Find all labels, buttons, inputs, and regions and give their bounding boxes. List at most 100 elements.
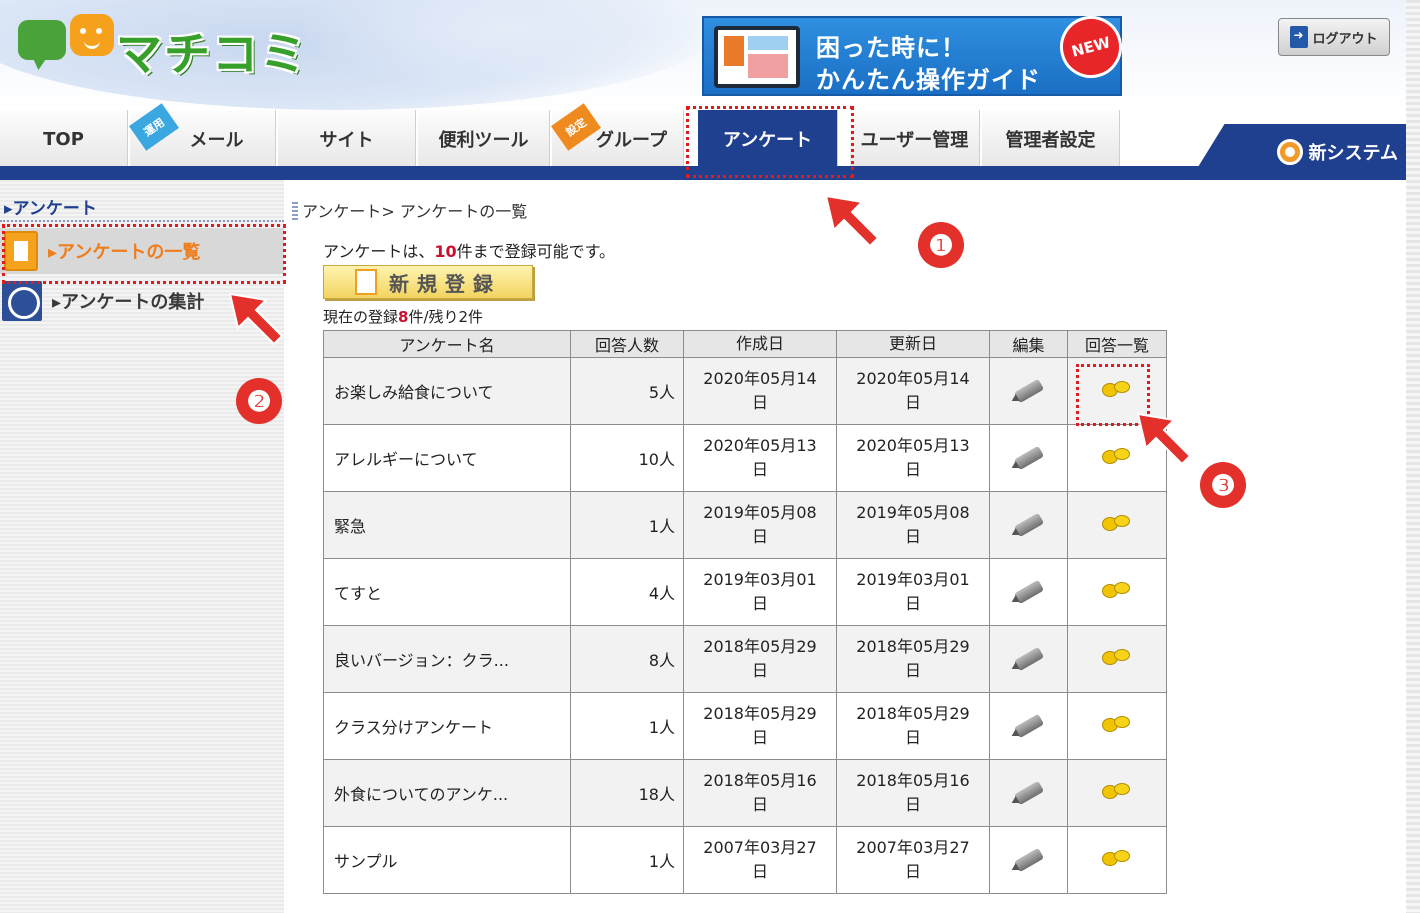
table-header-row: アンケート名 回答人数 作成日 更新日 編集 回答一覧 xyxy=(323,330,1167,358)
logout-button[interactable]: ログアウト xyxy=(1278,18,1390,56)
table-row: 良いバージョン：クラ... 8人 2018年05月29 日 2018年05月29 日 xyxy=(323,625,1167,693)
pencil-icon[interactable] xyxy=(1013,780,1044,805)
respondent-count: 10人 xyxy=(570,424,684,492)
answers-icon[interactable] xyxy=(1102,850,1132,866)
respondent-count: 1人 xyxy=(570,692,684,760)
survey-name: てすと xyxy=(323,558,571,626)
survey-table: アンケート名 回答人数 作成日 更新日 編集 回答一覧 お楽しみ給食について 5… xyxy=(323,330,1167,894)
new-survey-button[interactable]: 新規登録 xyxy=(323,265,533,299)
created-date: 2019年05月08 日 xyxy=(683,491,837,559)
survey-name: アレルギーについて xyxy=(323,424,571,492)
page: マチコミ 困った時に！ かんたん操作ガイド NEW ログアウト TOP 運用 メ… xyxy=(0,0,1420,913)
tab-tools-label: 便利ツール xyxy=(438,130,529,151)
logo-text: マチコミ xyxy=(116,27,308,81)
sidebar-divider xyxy=(0,220,284,222)
answers-cell xyxy=(1067,625,1167,693)
created-date: 2020年05月14 日 xyxy=(683,357,837,425)
answers-cell xyxy=(1067,759,1167,827)
tab-site-label: サイト xyxy=(319,130,374,151)
created-date: 2018年05月29 日 xyxy=(683,692,837,760)
updated-date: 2019年03月01 日 xyxy=(836,558,990,626)
answers-icon[interactable] xyxy=(1102,649,1132,665)
new-document-icon xyxy=(355,269,377,295)
header-answers: 回答一覧 xyxy=(1067,330,1167,358)
respondent-count: 5人 xyxy=(570,357,684,425)
updated-date: 2018年05月16 日 xyxy=(836,759,990,827)
edit-cell xyxy=(989,424,1068,492)
pencil-icon[interactable] xyxy=(1013,512,1044,537)
header: マチコミ 困った時に！ かんたん操作ガイド NEW ログアウト xyxy=(0,0,1406,110)
arrow-1-icon xyxy=(824,194,880,248)
survey-name: サンプル xyxy=(323,826,571,894)
updated-date: 2020年05月14 日 xyxy=(836,357,990,425)
respondent-count: 4人 xyxy=(570,558,684,626)
step-2-badge: ❷ xyxy=(236,378,282,424)
pencil-icon[interactable] xyxy=(1013,713,1044,738)
answers-icon[interactable] xyxy=(1102,515,1132,531)
operation-guide-banner[interactable]: 困った時に！ かんたん操作ガイド NEW xyxy=(702,9,1129,96)
chart-icon xyxy=(2,281,42,321)
answers-cell xyxy=(1067,692,1167,760)
registration-limit-text: アンケートは、10件まで登録可能です。 xyxy=(323,242,616,261)
pencil-icon[interactable] xyxy=(1013,847,1044,872)
monitor-icon xyxy=(714,26,800,88)
arrow-3-icon xyxy=(1136,412,1192,466)
answers-icon[interactable] xyxy=(1102,448,1132,464)
pencil-icon[interactable] xyxy=(1013,445,1044,470)
answers-icon[interactable] xyxy=(1102,582,1132,598)
tab-mail-ribbon: 運用 xyxy=(129,103,179,151)
new-badge: NEW xyxy=(1053,9,1129,85)
tab-admin-settings[interactable]: 管理者設定 xyxy=(982,110,1120,168)
tab-group[interactable]: 設定 グループ xyxy=(551,103,684,168)
respondent-count: 8人 xyxy=(570,625,684,693)
new-survey-label: 新規登録 xyxy=(389,271,501,296)
logout-icon xyxy=(1290,26,1309,48)
table-row: アレルギーについて 10人 2020年05月13 日 2020年05月13 日 xyxy=(323,424,1167,492)
tab-group-label: グループ xyxy=(596,130,667,151)
survey-name: 緊急 xyxy=(323,491,571,559)
tab-user-management[interactable]: ユーザー管理 xyxy=(850,110,980,168)
pencil-icon[interactable] xyxy=(1013,646,1044,671)
updated-date: 2007年03月27 日 xyxy=(836,826,990,894)
tab-top-label: TOP xyxy=(43,128,84,150)
tab-site[interactable]: サイト xyxy=(278,110,416,168)
machicomi-logo[interactable]: マチコミ xyxy=(18,12,318,82)
logo-bubble-icon xyxy=(18,20,66,60)
table-row: クラス分けアンケート 1人 2018年05月29 日 2018年05月29 日 xyxy=(323,692,1167,760)
updated-date: 2020年05月13 日 xyxy=(836,424,990,492)
tab-top[interactable]: TOP xyxy=(0,110,128,168)
answers-icon[interactable] xyxy=(1102,783,1132,799)
updated-date: 2018年05月29 日 xyxy=(836,625,990,693)
updated-date: 2018年05月29 日 xyxy=(836,692,990,760)
answers-cell xyxy=(1067,558,1167,626)
tab-tools[interactable]: 便利ツール xyxy=(418,110,550,168)
tab-mail[interactable]: 運用 メール xyxy=(129,103,276,168)
survey-name: 外食についてのアンケ... xyxy=(323,759,571,827)
answers-icon[interactable] xyxy=(1102,716,1132,732)
header-updated: 更新日 xyxy=(836,330,990,358)
answers-cell xyxy=(1067,491,1167,559)
tab-group-ribbon: 設定 xyxy=(551,103,601,151)
guide-line-1: 困った時に！ xyxy=(816,34,966,62)
pencil-icon[interactable] xyxy=(1013,579,1044,604)
step-3-badge: ❸ xyxy=(1200,462,1246,508)
new-system-button[interactable]: 新システム xyxy=(1190,124,1406,180)
header-respondents: 回答人数 xyxy=(570,330,684,358)
answers-cell xyxy=(1067,826,1167,894)
tab-admin-settings-label: 管理者設定 xyxy=(1005,130,1096,151)
sidebar-item-label: ▸アンケートの集計 xyxy=(52,292,205,313)
gear-icon xyxy=(1276,139,1303,165)
survey-name: クラス分けアンケート xyxy=(323,692,571,760)
table-row: 緊急 1人 2019年05月08 日 2019年05月08 日 xyxy=(323,491,1167,559)
guide-line-2: かんたん操作ガイド xyxy=(816,66,1041,94)
highlight-survey-tab xyxy=(686,106,854,178)
tab-user-management-label: ユーザー管理 xyxy=(860,130,969,151)
pencil-icon[interactable] xyxy=(1013,378,1044,403)
logo-face-icon xyxy=(70,14,114,56)
respondent-count: 1人 xyxy=(570,826,684,894)
header-created: 作成日 xyxy=(683,330,837,358)
edit-cell xyxy=(989,826,1068,894)
tab-mail-label: メール xyxy=(189,130,244,151)
edit-cell xyxy=(989,692,1068,760)
step-1-badge: ❶ xyxy=(918,222,964,268)
